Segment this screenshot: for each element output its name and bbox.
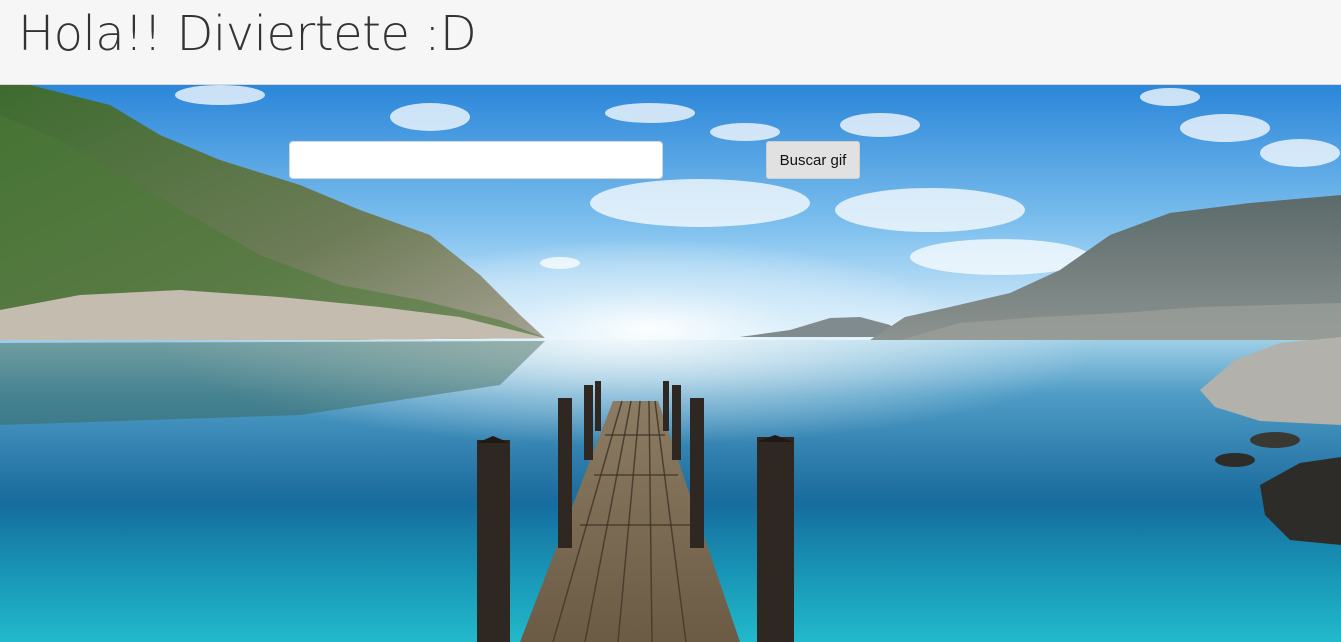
lake-pier-illustration xyxy=(0,85,1341,642)
page-header: Hola!! Diviertete :D xyxy=(0,0,1341,85)
search-gif-button[interactable]: Buscar gif xyxy=(766,141,860,179)
background-landscape-image xyxy=(0,85,1341,642)
page-title: Hola!! Diviertete :D xyxy=(18,6,477,62)
search-input[interactable] xyxy=(289,141,663,179)
